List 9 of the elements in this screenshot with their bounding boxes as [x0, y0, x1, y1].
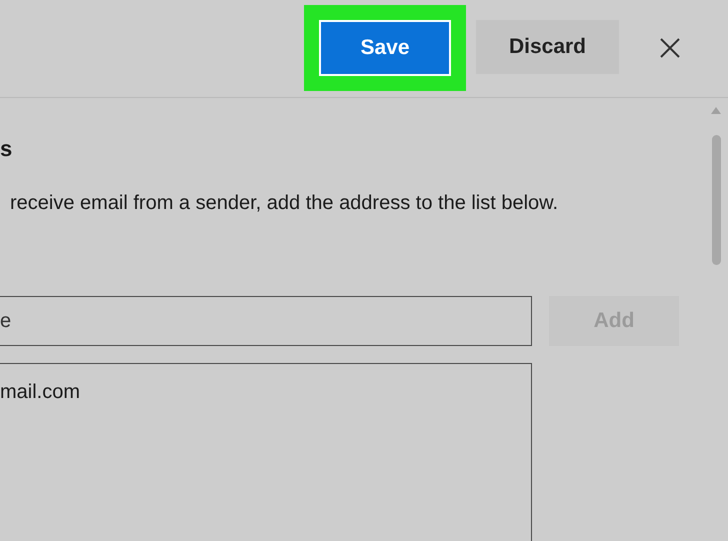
close-icon[interactable]: [660, 38, 680, 58]
save-button[interactable]: Save: [319, 20, 451, 76]
address-list-item[interactable]: mail.com: [0, 378, 531, 406]
discard-button[interactable]: Discard: [476, 20, 619, 74]
section-description: receive email from a sender, add the address to the list below.: [9, 191, 560, 216]
section-heading: s: [0, 135, 14, 163]
address-field[interactable]: e: [0, 296, 532, 346]
scrollbar-thumb[interactable]: [712, 135, 720, 265]
scroll-up-icon[interactable]: [711, 107, 721, 114]
